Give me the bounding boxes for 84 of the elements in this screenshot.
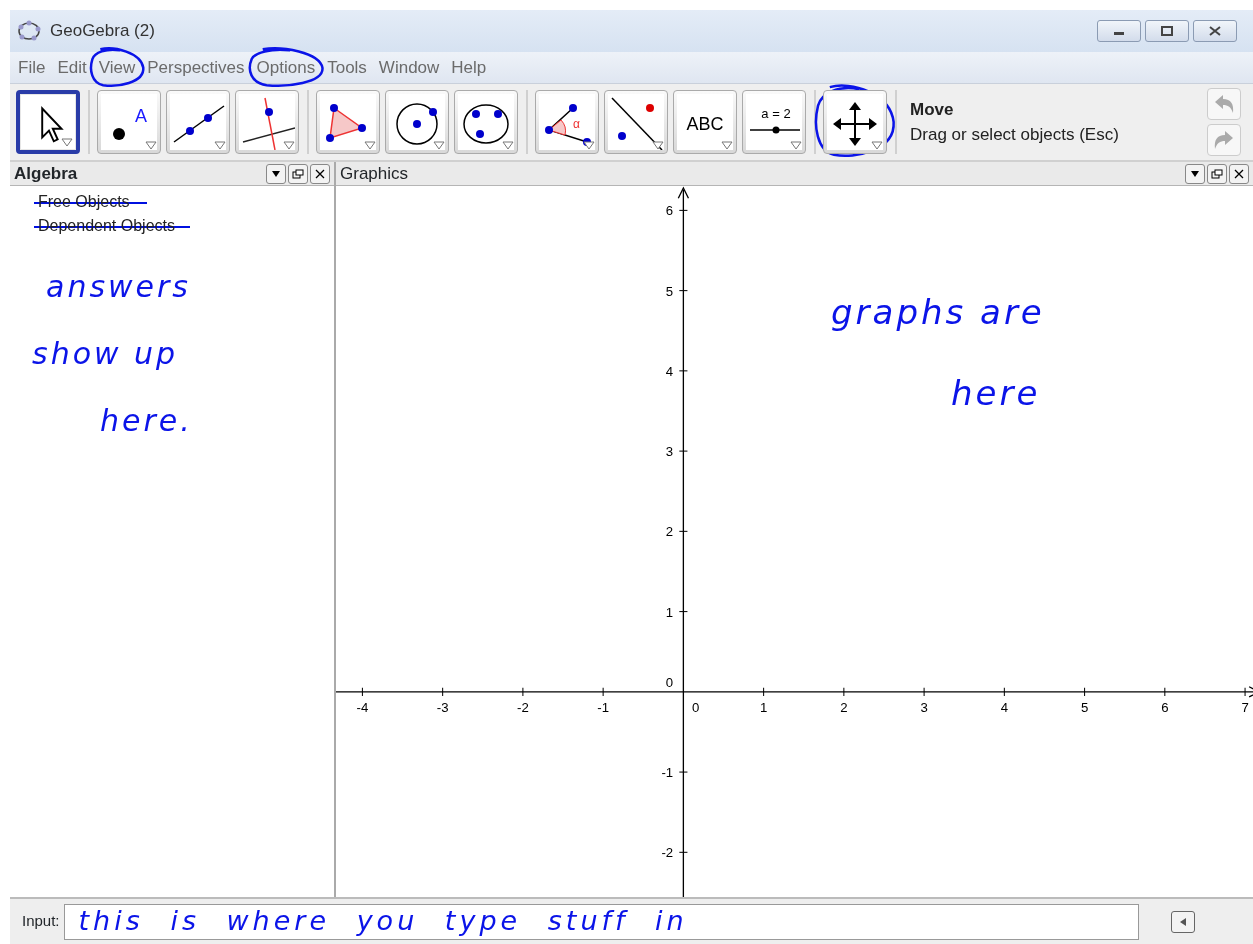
reflect-tool-button[interactable] <box>604 90 668 154</box>
dropdown-triangle-icon <box>283 141 295 150</box>
history-button[interactable] <box>1170 910 1195 933</box>
line-tool-button[interactable] <box>166 90 230 154</box>
close-button[interactable] <box>1193 20 1237 42</box>
reflect-tool-icon <box>608 94 664 150</box>
menu-item[interactable]: Options <box>256 54 316 81</box>
tick-label: 5 <box>665 283 674 299</box>
move-tool-icon <box>21 95 75 149</box>
dropdown-triangle-icon <box>583 141 595 150</box>
tick-label: 2 <box>665 524 674 540</box>
tick-label: -1 <box>597 700 609 716</box>
tick-label: 6 <box>1161 700 1169 716</box>
menu-item[interactable]: View <box>98 54 136 81</box>
tick-label: 5 <box>1080 700 1089 716</box>
tick-label: -2 <box>661 845 674 861</box>
circle-tool-button[interactable] <box>385 90 449 154</box>
dropdown-triangle-icon <box>61 138 73 147</box>
algebra-panel-title: Algebra <box>14 162 78 185</box>
tick-label: 1 <box>665 604 674 620</box>
window-title: GeoGebra (2) <box>50 20 155 43</box>
menu-item[interactable]: Tools <box>327 54 367 81</box>
handwritten-note: show up <box>32 335 179 373</box>
tick-label: 7 <box>1241 700 1249 716</box>
tick-label: 0 <box>691 700 700 716</box>
menu-item[interactable]: Edit <box>57 54 87 81</box>
close-icon[interactable] <box>1229 163 1249 184</box>
perpendicular-tool-button[interactable] <box>235 90 299 154</box>
maximize-button[interactable] <box>1145 20 1189 42</box>
conic-tool-button[interactable] <box>454 90 518 154</box>
redo-icon <box>1213 130 1235 150</box>
tick-label: 3 <box>920 700 928 716</box>
tool-help-text: Drag or select objects (Esc) <box>910 124 1119 146</box>
restore-icon[interactable] <box>1207 163 1227 184</box>
tick-label: -2 <box>517 700 529 716</box>
dropdown-triangle-icon <box>871 141 883 150</box>
close-icon[interactable] <box>310 163 330 184</box>
maximize-icon <box>1161 26 1173 36</box>
minimize-button[interactable] <box>1097 20 1141 42</box>
menu-item[interactable]: Window <box>378 54 440 81</box>
dropdown-triangle-icon <box>145 141 157 150</box>
graphics-panel-title: Graphics <box>340 162 409 185</box>
polygon-tool-button[interactable] <box>316 90 380 154</box>
handwritten-note: here <box>951 372 1041 415</box>
dropdown-triangle-icon <box>721 141 733 150</box>
menu-item[interactable]: Help <box>451 54 487 81</box>
tick-label: 6 <box>665 203 674 219</box>
dropdown-triangle-icon <box>652 141 664 150</box>
app-logo-icon <box>16 20 42 42</box>
tick-label: 1 <box>759 700 768 716</box>
move-tool-button[interactable] <box>16 90 80 154</box>
tool-name: Move <box>910 98 955 121</box>
tick-label: 2 <box>840 700 848 716</box>
undo-icon <box>1213 94 1235 114</box>
tick-label: -4 <box>356 700 369 716</box>
pan-tool-button[interactable] <box>823 90 887 154</box>
restore-icon[interactable] <box>288 163 308 184</box>
tick-label: 4 <box>1000 700 1008 716</box>
handwritten-note: graphs are <box>831 291 1045 334</box>
circle-tool-icon <box>389 94 445 150</box>
line-tool-icon <box>170 94 226 150</box>
tick-label: 0 <box>665 674 674 690</box>
handwritten-note: here. <box>100 402 193 440</box>
handwritten-note: answers <box>46 268 191 306</box>
polygon-tool-icon <box>320 94 376 150</box>
menu-item[interactable]: Perspectives <box>147 54 245 81</box>
tick-label: 3 <box>665 444 674 460</box>
dropdown-triangle-icon <box>214 141 226 150</box>
pan-tool-icon <box>827 94 883 150</box>
tick-label: -3 <box>436 700 449 716</box>
perpendicular-tool-icon <box>239 94 295 150</box>
dropdown-icon[interactable] <box>1185 163 1205 184</box>
dropdown-triangle-icon <box>364 141 376 150</box>
tick-label: 4 <box>665 363 674 379</box>
conic-tool-icon <box>458 94 514 150</box>
dropdown-triangle-icon <box>433 141 445 150</box>
menu-item[interactable]: File <box>18 54 46 81</box>
dropdown-triangle-icon <box>790 141 802 150</box>
input-label: Input: <box>22 911 60 932</box>
dropdown-icon[interactable] <box>266 163 286 184</box>
close-icon <box>1209 26 1221 36</box>
dropdown-triangle-icon <box>502 141 514 150</box>
tick-label: -1 <box>661 765 674 781</box>
input-field[interactable]: this is where you type stuff in <box>63 903 1139 940</box>
